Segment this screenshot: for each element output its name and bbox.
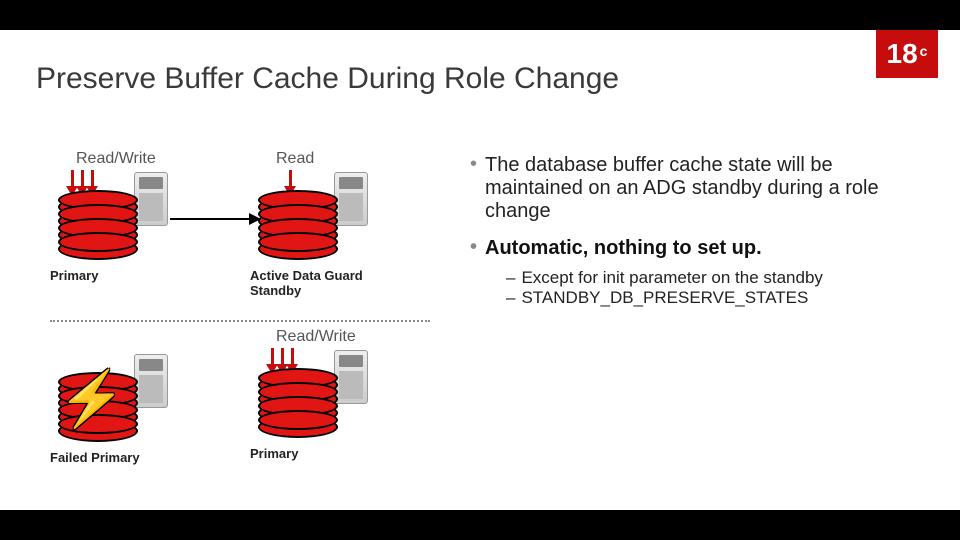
primary-after: ⚡ Failed Primary xyxy=(50,350,240,465)
bullet-dot-icon: • xyxy=(470,237,477,260)
standby-top-label: Read xyxy=(276,150,440,168)
page-title: Preserve Buffer Cache During Role Change xyxy=(36,62,619,96)
diagram: Read/Write Primary Read xyxy=(50,150,470,510)
server-icon xyxy=(334,172,368,226)
db-icon xyxy=(250,172,390,262)
primary-before: Read/Write Primary xyxy=(50,150,240,283)
new-primary-top-label: Read/Write xyxy=(276,328,440,346)
dash-icon: – xyxy=(506,288,515,308)
db-icon xyxy=(50,172,190,262)
dash-icon: – xyxy=(506,268,515,288)
slide: 18 c Preserve Buffer Cache During Role C… xyxy=(0,0,960,540)
standby-before: Read Active Data Guard Standby xyxy=(250,150,440,298)
version-badge: 18 c xyxy=(876,30,938,78)
bullet-dot-icon: • xyxy=(470,154,477,223)
bullet-1-text: The database buffer cache state will be … xyxy=(485,154,930,223)
cylinder-stack-icon xyxy=(258,196,338,256)
standby-bottom-label: Active Data Guard Standby xyxy=(250,268,400,298)
server-icon xyxy=(334,350,368,404)
bullet-2: • Automatic, nothing to set up. xyxy=(470,237,930,260)
bullet-list: • The database buffer cache state will b… xyxy=(470,154,930,308)
standby-after: Read/Write Primary xyxy=(250,328,440,461)
sub-bullet-2-text: STANDBY_DB_PRESERVE_STATES xyxy=(521,288,808,308)
failed-primary-label: Failed Primary xyxy=(50,450,240,465)
timeline-divider xyxy=(50,320,430,322)
sub-bullet-2: – STANDBY_DB_PRESERVE_STATES xyxy=(506,288,930,308)
db-icon: ⚡ xyxy=(50,354,190,444)
server-icon xyxy=(134,172,168,226)
top-band xyxy=(0,0,960,30)
new-primary-bottom-label: Primary xyxy=(250,446,440,461)
bullet-2-text: Automatic, nothing to set up. xyxy=(485,237,762,260)
bottom-band xyxy=(0,510,960,540)
cylinder-stack-icon xyxy=(58,196,138,256)
failure-bolt-icon: ⚡ xyxy=(58,368,125,431)
sub-bullet-1: – Except for init parameter on the stand… xyxy=(506,268,930,288)
badge-number: 18 xyxy=(887,40,918,68)
cylinder-stack-icon xyxy=(258,374,338,434)
replication-arrow-icon xyxy=(170,218,260,220)
bullet-1: • The database buffer cache state will b… xyxy=(470,154,930,223)
server-icon xyxy=(134,354,168,408)
badge-suffix: c xyxy=(920,44,928,58)
db-icon xyxy=(250,350,390,440)
primary-bottom-label: Primary xyxy=(50,268,240,283)
sub-bullet-1-text: Except for init parameter on the standby xyxy=(521,268,822,288)
primary-top-label: Read/Write xyxy=(76,150,240,168)
